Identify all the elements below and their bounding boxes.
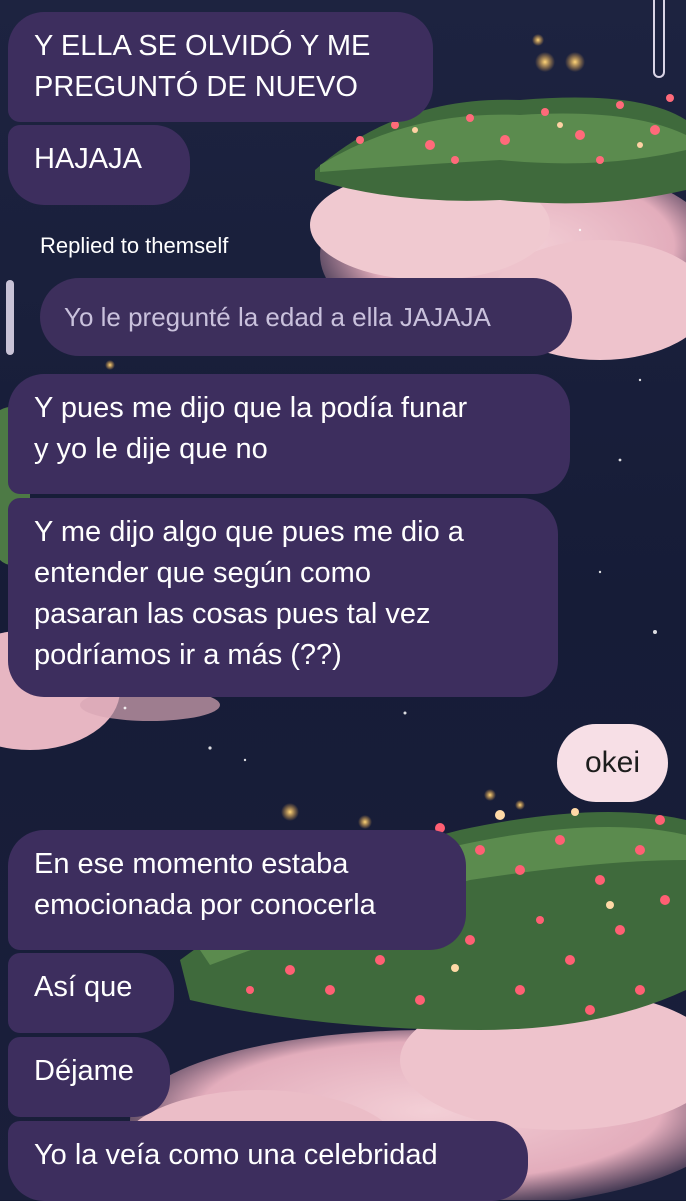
message-line: y yo le dije que no [34, 433, 268, 465]
message-bubble[interactable]: Yo la veía como una celebridad [8, 1121, 528, 1201]
message-line: pasaran las cosas pues tal vez [34, 598, 431, 630]
message-line: Yo la veía como una celebridad [34, 1139, 438, 1171]
message-line: emocionada por conocerla [34, 889, 376, 921]
message-line: podríamos ir a más (??) [34, 639, 342, 671]
message-bubble[interactable]: Déjame [8, 1037, 170, 1117]
message-bubble[interactable]: Así que [8, 953, 174, 1033]
message-bubble[interactable]: HAJAJA [8, 125, 190, 205]
received-message-bubble[interactable]: okei [557, 724, 668, 802]
message-bubble[interactable]: Y me dijo algo que pues me dio a entende… [8, 498, 558, 697]
message-line: Déjame [34, 1055, 134, 1087]
reply-indicator-bar [6, 280, 14, 355]
quoted-message[interactable]: Yo le pregunté la edad a ella JAJAJA [40, 278, 572, 356]
message-bubble[interactable]: En ese momento estaba emocionada por con… [8, 830, 466, 950]
message-line: entender que según como [34, 557, 371, 589]
message-line: Y pues me dijo que la podía funar [34, 392, 468, 424]
message-line: HAJAJA [34, 143, 142, 175]
message-line: PREGUNTÓ DE NUEVO [34, 71, 358, 103]
scrollbar[interactable] [653, 0, 665, 78]
message-line: Así que [34, 971, 133, 1003]
message-line: Y me dijo algo que pues me dio a [34, 516, 464, 548]
message-line: En ese momento estaba [34, 848, 349, 880]
message-line: Y ELLA SE OLVIDÓ Y ME [34, 30, 371, 62]
message-bubble[interactable]: Y ELLA SE OLVIDÓ Y ME PREGUNTÓ DE NUEVO [8, 12, 433, 122]
reply-label: Replied to themself [40, 233, 229, 258]
message-bubble[interactable]: Y pues me dijo que la podía funar y yo l… [8, 374, 570, 494]
